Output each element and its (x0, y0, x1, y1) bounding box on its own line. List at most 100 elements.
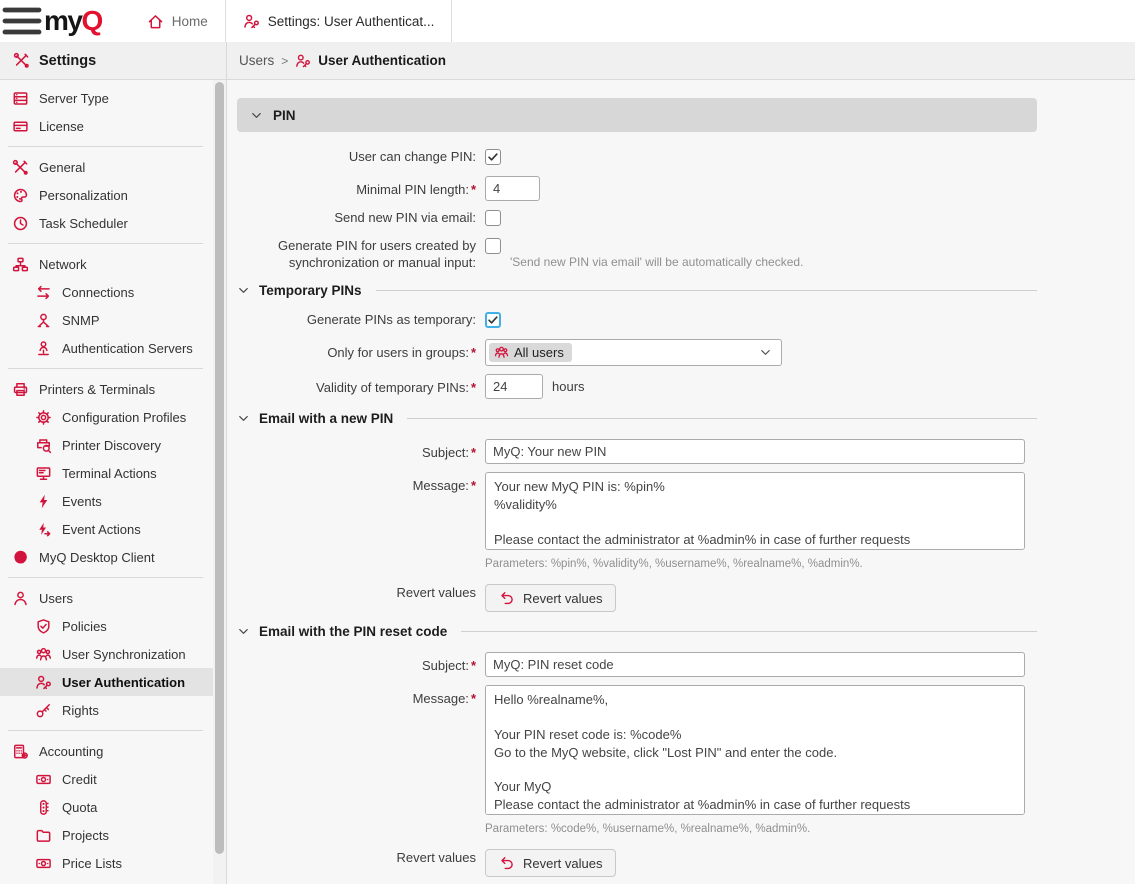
section-header-email-new-pin[interactable]: Email with a new PIN (237, 411, 1037, 426)
sidebar-item-credit[interactable]: Credit (0, 765, 213, 793)
sidebar-divider (8, 368, 203, 369)
tab-settings-user-authentication[interactable]: Settings: User Authenticat... (225, 0, 453, 42)
field-label-text: Send new PIN via email: (334, 210, 476, 225)
network-icon (12, 256, 29, 273)
sidebar-item-network[interactable]: Network (0, 250, 213, 278)
chevron-down-icon (237, 625, 250, 638)
sidebar-header: Settings (0, 42, 227, 79)
sidebar-item-snmp[interactable]: SNMP (0, 306, 213, 334)
sidebar-item-rights[interactable]: Rights (0, 696, 213, 724)
message-textarea[interactable]: Your new MyQ PIN is: %pin% %validity% Pl… (485, 472, 1025, 550)
sidebar-item-connections[interactable]: Connections (0, 278, 213, 306)
section-header-pin[interactable]: PIN (237, 98, 1037, 132)
button-label: Revert values (523, 591, 602, 606)
user-can-change-pin-checkbox[interactable] (485, 149, 501, 165)
form-row: Message:*Your new MyQ PIN is: %pin% %val… (237, 472, 1037, 550)
section-title: Email with the PIN reset code (259, 624, 447, 639)
menu-icon[interactable] (0, 0, 44, 42)
sidebar-item-server-type[interactable]: Server Type (0, 84, 213, 112)
sidebar-item-label: User Synchronization (62, 647, 186, 662)
validity-of-temporary-pins-input[interactable] (485, 374, 543, 399)
message-textarea[interactable]: Hello %realname%, Your PIN reset code is… (485, 685, 1025, 815)
sidebar-item-printer-discovery[interactable]: Printer Discovery (0, 431, 213, 459)
breadcrumb-users-link[interactable]: Users (239, 53, 274, 68)
chevron-down-icon (250, 109, 263, 122)
field-label: Message:* (237, 685, 485, 707)
snmp-icon (35, 312, 52, 329)
sidebar-item-label: Projects (62, 828, 109, 843)
section-header-temporary-pins[interactable]: Temporary PINs (237, 283, 1037, 298)
sidebar-item-task-scheduler[interactable]: Task Scheduler (0, 209, 213, 237)
main-area: Server TypeLicense General Personalization… (0, 80, 1135, 884)
gear-icon (35, 409, 52, 426)
sidebar-item-user-authentication[interactable]: User Authentication (0, 668, 213, 696)
settings-form: PIN User can change PIN: Minimal PIN lengt… (237, 98, 1037, 877)
sidebar-item-label: Events (62, 494, 102, 509)
revert-values-button[interactable]: Revert values (485, 584, 616, 612)
sidebar-item-events[interactable]: Events (0, 487, 213, 515)
shield-check-icon (35, 618, 52, 635)
scrollbar-thumb[interactable] (215, 82, 224, 854)
sidebar-item-myq-desktop-client[interactable]: Q MyQ Desktop Client (0, 543, 213, 571)
field-label-text: User can change PIN: (349, 149, 476, 164)
undo-icon (499, 590, 515, 606)
sidebar: Server TypeLicense General Personalization… (0, 80, 213, 884)
form-row: Generate PIN for users created by synchr… (237, 237, 1037, 271)
traffic-icon (35, 799, 52, 816)
field-label: Subject:* (237, 439, 485, 461)
sidebar-item-label: Credit (62, 772, 97, 787)
section-header-email-pin-reset[interactable]: Email with the PIN reset code (237, 624, 1037, 639)
send-new-pin-via-email-checkbox[interactable] (485, 210, 501, 226)
folder-icon (35, 827, 52, 844)
generate-pins-as-temporary-checkbox[interactable] (485, 312, 501, 328)
breadcrumb-separator: > (281, 54, 288, 68)
field-label: Only for users in groups:* (237, 339, 485, 361)
sidebar-item-personalization[interactable]: Personalization (0, 181, 213, 209)
sidebar-scrollbar[interactable] (213, 80, 227, 884)
myq-logo[interactable]: myQ (44, 0, 130, 42)
sidebar-item-authentication-servers[interactable]: Authentication Servers (0, 334, 213, 362)
sidebar-item-label: Network (39, 257, 87, 272)
revert-values-button[interactable]: Revert values (485, 849, 616, 877)
group-icon (35, 646, 52, 663)
sidebar-item-label: General (39, 160, 85, 175)
generate-pin-for-users-created-by-synchronization-or-manual-input-checkbox[interactable] (485, 238, 501, 254)
sidebar-item-general[interactable]: General (0, 153, 213, 181)
subject-input[interactable] (485, 652, 1025, 677)
form-row: Minimal PIN length:* (237, 176, 1037, 201)
form-row: Subject:* (237, 652, 1037, 677)
tab-home[interactable]: Home (130, 0, 225, 42)
sidebar-item-label: Event Actions (62, 522, 141, 537)
breadcrumb-current: User Authentication (318, 53, 446, 68)
sidebar-item-license[interactable]: License (0, 112, 213, 140)
sidebar-item-label: Printer Discovery (62, 438, 161, 453)
selected-group-tag: All users (489, 343, 572, 362)
sidebar-item-price-lists[interactable]: Price Lists (0, 849, 213, 877)
sidebar-item-event-actions[interactable]: Event Actions (0, 515, 213, 543)
chevron-down-icon (237, 412, 250, 425)
sidebar-item-printers-terminals[interactable]: Printers & Terminals (0, 375, 213, 403)
sidebar-item-users[interactable]: Users (0, 584, 213, 612)
sidebar-item-terminal-actions[interactable]: Terminal Actions (0, 459, 213, 487)
required-marker: * (471, 445, 476, 460)
field-label-text: Validity of temporary PINs: (316, 380, 469, 395)
minimal-pin-length-input[interactable] (485, 176, 540, 201)
form-row: Revert valuesRevert values (237, 849, 1037, 877)
sidebar-item-label: Users (39, 591, 73, 606)
sidebar-item-label: Personalization (39, 188, 128, 203)
section-title: PIN (273, 108, 296, 123)
subject-input[interactable] (485, 439, 1025, 464)
sidebar-item-projects[interactable]: Projects (0, 821, 213, 849)
only-for-users-in-groups-select[interactable]: All users (485, 339, 782, 366)
sidebar-item-user-synchronization[interactable]: User Synchronization (0, 640, 213, 668)
form-row: Parameters: %code%, %username%, %realnam… (237, 821, 1037, 839)
home-icon (147, 13, 164, 30)
sidebar-item-label: Accounting (39, 744, 103, 759)
sidebar-item-policies[interactable]: Policies (0, 612, 213, 640)
sidebar-item-quota[interactable]: Quota (0, 793, 213, 821)
q-bubble-icon: Q (12, 549, 29, 566)
sidebar-item-accounting[interactable]: Accounting (0, 737, 213, 765)
field-label-text: Minimal PIN length: (356, 182, 469, 197)
sidebar-item-label: MyQ Desktop Client (39, 550, 155, 565)
sidebar-item-configuration-profiles[interactable]: Configuration Profiles (0, 403, 213, 431)
